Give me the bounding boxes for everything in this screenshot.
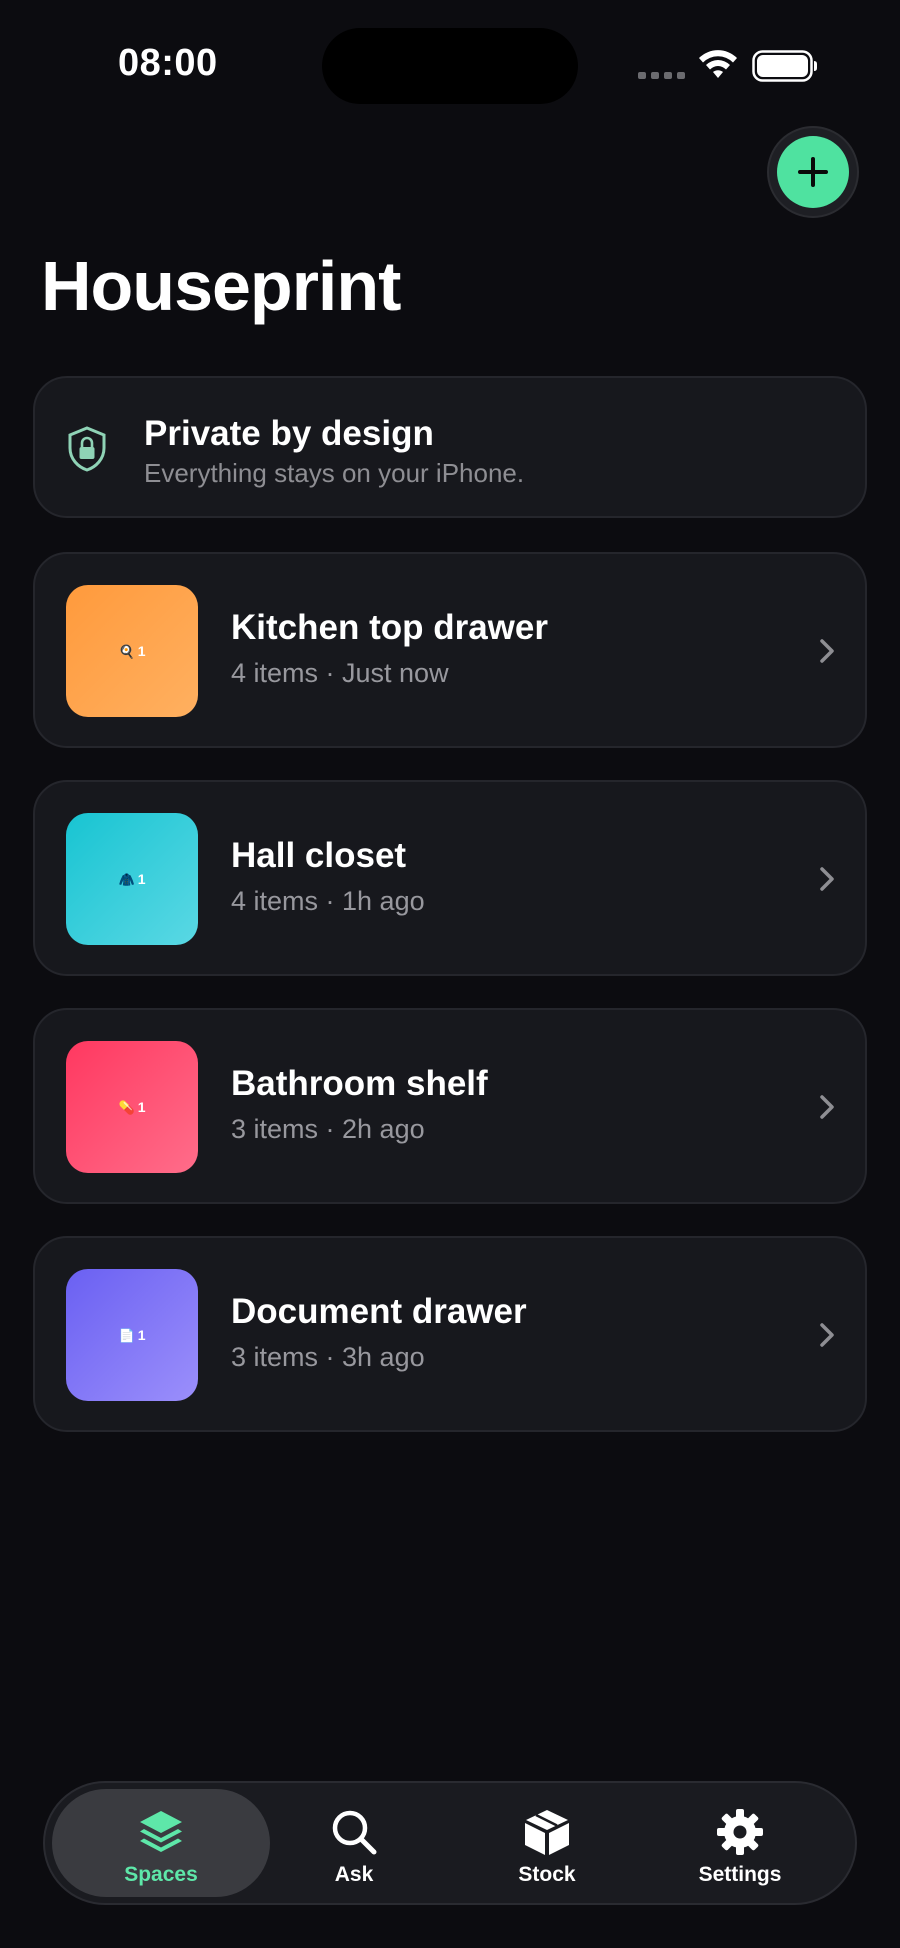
coat-icon: 🧥	[118, 871, 135, 887]
thumbnail-count: 1	[137, 1327, 146, 1343]
space-card-document-drawer[interactable]: 📄 1 Document drawer 3 items · 3h ago	[33, 1236, 867, 1432]
privacy-subtitle: Everything stays on your iPhone.	[144, 458, 525, 488]
space-name: Hall closet	[231, 836, 407, 875]
chevron-right-icon	[820, 1323, 834, 1347]
tab-label: Settings	[698, 1863, 782, 1886]
tab-label: Spaces	[124, 1863, 198, 1886]
wifi-icon	[699, 50, 737, 78]
tab-spaces[interactable]: Spaces	[52, 1789, 270, 1897]
layers-icon	[140, 1811, 182, 1852]
page-title: Houseprint	[41, 247, 401, 325]
space-card-kitchen-top-drawer[interactable]: 🍳 1 Kitchen top drawer 4 items · Just no…	[33, 552, 867, 748]
battery-icon	[752, 50, 817, 82]
space-meta: 3 items · 3h ago	[231, 1342, 425, 1372]
space-card-hall-closet[interactable]: 🧥 1 Hall closet 4 items · 1h ago	[33, 780, 867, 976]
thumbnail-count: 1	[137, 871, 146, 887]
space-meta: 4 items · Just now	[231, 658, 449, 688]
space-thumbnail: 💊 1	[66, 1041, 198, 1173]
tab-settings[interactable]: Settings	[631, 1789, 849, 1897]
space-thumbnail: 📄 1	[66, 1269, 198, 1401]
chevron-right-icon	[820, 867, 834, 891]
document-icon: 📄	[118, 1327, 135, 1343]
box-icon	[525, 1810, 569, 1855]
cellular-signal-icon	[638, 72, 685, 79]
space-name: Kitchen top drawer	[231, 608, 548, 647]
privacy-title: Private by design	[144, 414, 434, 453]
space-name: Bathroom shelf	[231, 1064, 488, 1103]
tab-bar: Spaces Ask Stock Settings	[43, 1781, 857, 1905]
tab-stock[interactable]: Stock	[438, 1789, 656, 1897]
tab-label: Ask	[334, 1863, 374, 1886]
dynamic-island	[322, 28, 578, 104]
status-bar: 08:00	[0, 0, 900, 130]
space-card-bathroom-shelf[interactable]: 💊 1 Bathroom shelf 3 items · 2h ago	[33, 1008, 867, 1204]
status-time: 08:00	[118, 42, 218, 84]
tab-ask[interactable]: Ask	[245, 1789, 463, 1897]
gear-icon	[717, 1809, 763, 1855]
shield-lock-icon	[68, 426, 106, 472]
space-meta: 4 items · 1h ago	[231, 886, 425, 916]
space-thumbnail: 🧥 1	[66, 813, 198, 945]
plus-icon	[777, 136, 849, 208]
add-space-button[interactable]	[767, 126, 859, 218]
thumbnail-count: 1	[137, 643, 146, 659]
space-meta: 3 items · 2h ago	[231, 1114, 425, 1144]
space-thumbnail: 🍳 1	[66, 585, 198, 717]
pill-icon: 💊	[118, 1099, 135, 1115]
tab-label: Stock	[518, 1863, 576, 1886]
chevron-right-icon	[820, 1095, 834, 1119]
thumbnail-count: 1	[137, 1099, 146, 1115]
frying-pan-icon: 🍳	[118, 643, 135, 659]
space-name: Document drawer	[231, 1292, 527, 1331]
search-icon	[332, 1810, 377, 1855]
privacy-banner: Private by design Everything stays on yo…	[33, 376, 867, 518]
chevron-right-icon	[820, 639, 834, 663]
